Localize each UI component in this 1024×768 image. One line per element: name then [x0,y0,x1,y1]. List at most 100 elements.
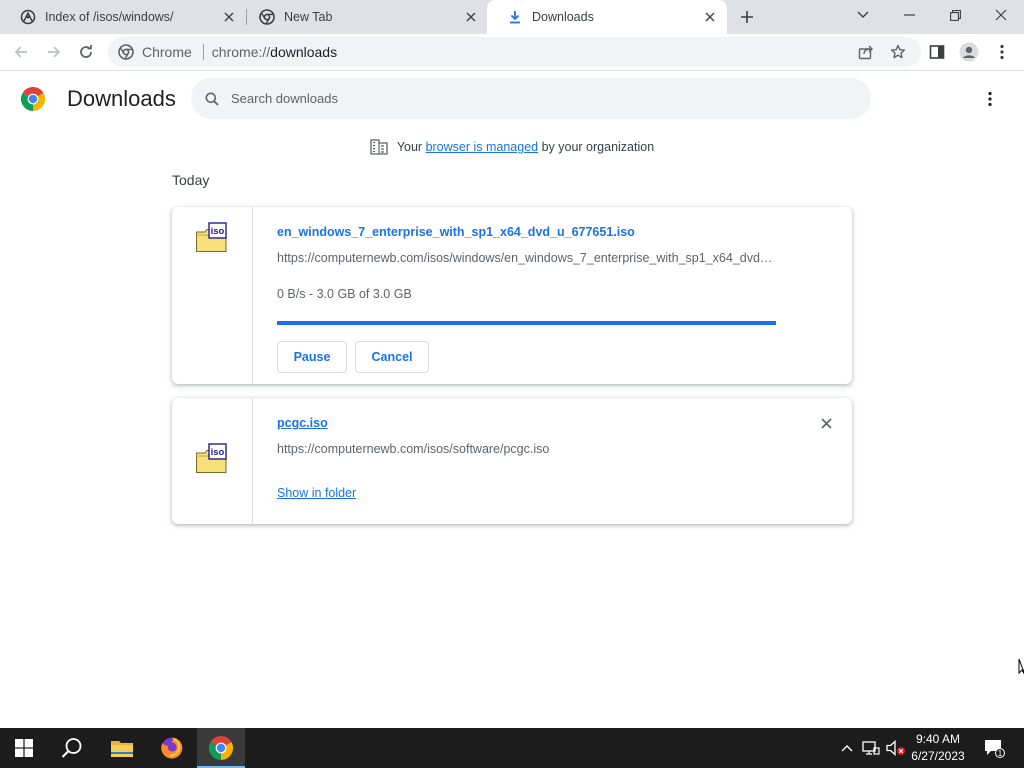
chrome-icon [209,736,233,760]
file-explorer-button[interactable] [98,728,146,768]
network-icon[interactable] [861,738,881,758]
file-name-link[interactable]: pcgc.iso [277,416,328,430]
card-divider [252,207,253,384]
more-vert-icon [988,91,992,107]
clock-time: 9:40 AM [915,732,961,746]
side-panel-icon [929,45,945,59]
managed-prefix: Your [396,140,426,154]
download-item: iso pcgc.iso https://computernewb.com/is… [172,398,852,524]
source-url[interactable]: https://computernewb.com/isos/windows/en… [277,251,775,265]
windows-taskbar: 9:40 AM 6/27/2023 1 [0,728,1024,768]
restore-button[interactable] [932,0,978,30]
taskbar-clock[interactable]: 9:40 AM 6/27/2023 [904,731,972,765]
building-icon [370,139,388,155]
notification-count: 1 [998,749,1003,758]
close-window-button[interactable] [978,0,1024,30]
firefox-button[interactable] [148,728,196,768]
chrome-logo-icon [20,86,46,111]
chrome-icon [259,9,275,25]
search-input[interactable]: Search downloads [231,91,338,106]
clock-date: 6/27/2023 [911,749,965,763]
tab-title: Downloads [532,10,594,24]
tab-new-tab[interactable]: New Tab [239,0,488,34]
iso-label: iso [211,447,225,458]
pause-button[interactable]: Pause [277,341,347,373]
more-vert-icon [1000,44,1004,60]
profile-button[interactable] [957,40,981,64]
tab-title: Index of /isos/windows/ [45,10,174,24]
chrome-menu-button[interactable] [990,40,1014,64]
folder-icon [111,741,133,757]
chevron-down-icon [857,11,869,18]
tab-search-button[interactable] [840,0,886,30]
cancel-button[interactable]: Cancel [355,341,429,373]
section-heading-today: Today [172,172,210,188]
close-icon [820,417,832,429]
chip-separator [202,44,204,60]
page-icon [20,9,36,25]
card-divider [252,398,253,524]
back-arrow-icon [14,46,27,58]
managed-notice: Your browser is managed by your organiza… [0,139,1024,155]
firefox-icon [161,737,183,759]
download-status: 0 B/s - 3.0 GB of 3.0 GB [277,287,412,301]
action-center-button[interactable]: 1 [982,738,1006,758]
plus-icon [741,11,753,23]
download-progress-bar [277,321,776,325]
avatar-icon [959,42,979,62]
windows-logo-icon [15,739,33,757]
chrome-icon [118,44,134,60]
download-item: iso en_windows_7_enterprise_with_sp1_x64… [172,207,852,384]
url-path: downloads [270,44,338,60]
mouse-cursor-icon [1018,658,1024,681]
iso-file-icon: iso [195,222,229,254]
close-icon [995,9,1007,21]
browser-managed-link[interactable]: browser is managed [426,140,539,154]
volume-muted-icon[interactable] [886,738,906,758]
remove-from-list-button[interactable] [816,413,836,433]
search-icon [205,92,219,106]
minimize-button[interactable] [886,0,932,30]
restore-icon [949,9,961,21]
search-icon [61,738,82,758]
taskbar-search-button[interactable] [48,728,96,768]
site-chip-label: Chrome [142,44,192,60]
share-icon[interactable] [858,44,874,60]
address-bar[interactable]: Chrome chrome://downloads [108,37,921,67]
bookmark-star-icon[interactable] [890,44,906,60]
url-scheme: chrome:// [211,44,271,60]
iso-file-icon: iso [195,443,229,475]
file-name-link[interactable]: en_windows_7_enterprise_with_sp1_x64_dvd… [277,225,635,239]
back-button[interactable] [9,40,33,64]
reload-icon [80,45,92,58]
tab-index-of-isos[interactable]: Index of /isos/windows/ [0,0,246,34]
show-hidden-icons-button[interactable] [837,738,857,758]
notification-icon: 1 [985,740,1005,758]
page-title: Downloads [67,86,176,111]
start-button[interactable] [0,728,48,768]
url-text[interactable]: chrome://downloads [212,44,337,60]
show-in-folder-link[interactable]: Show in folder [277,486,356,500]
search-downloads-field[interactable]: Search downloads [191,78,871,119]
tab-title: New Tab [284,10,333,24]
downloads-menu-button[interactable] [979,88,1001,110]
tab-strip: Index of /isos/windows/ New Tab Download… [0,0,1024,34]
new-tab-button[interactable] [735,5,759,29]
tab-downloads[interactable]: Downloads [487,0,727,34]
close-tab-icon[interactable] [462,8,480,26]
download-icon [507,9,523,25]
managed-suffix: by your organization [538,140,655,154]
close-tab-icon[interactable] [701,8,719,26]
reload-button[interactable] [74,40,98,64]
site-chip[interactable]: Chrome [118,37,212,67]
iso-label: iso [211,226,225,237]
browser-toolbar: Chrome chrome://downloads [0,34,1024,71]
progress-fill [277,321,776,325]
close-tab-icon[interactable] [220,8,238,26]
minimize-icon [903,14,915,16]
side-panel-button[interactable] [925,40,949,64]
forward-arrow-icon [48,46,61,58]
forward-button[interactable] [42,40,66,64]
chrome-taskbar-button[interactable] [197,728,245,768]
source-url[interactable]: https://computernewb.com/isos/software/p… [277,442,777,456]
